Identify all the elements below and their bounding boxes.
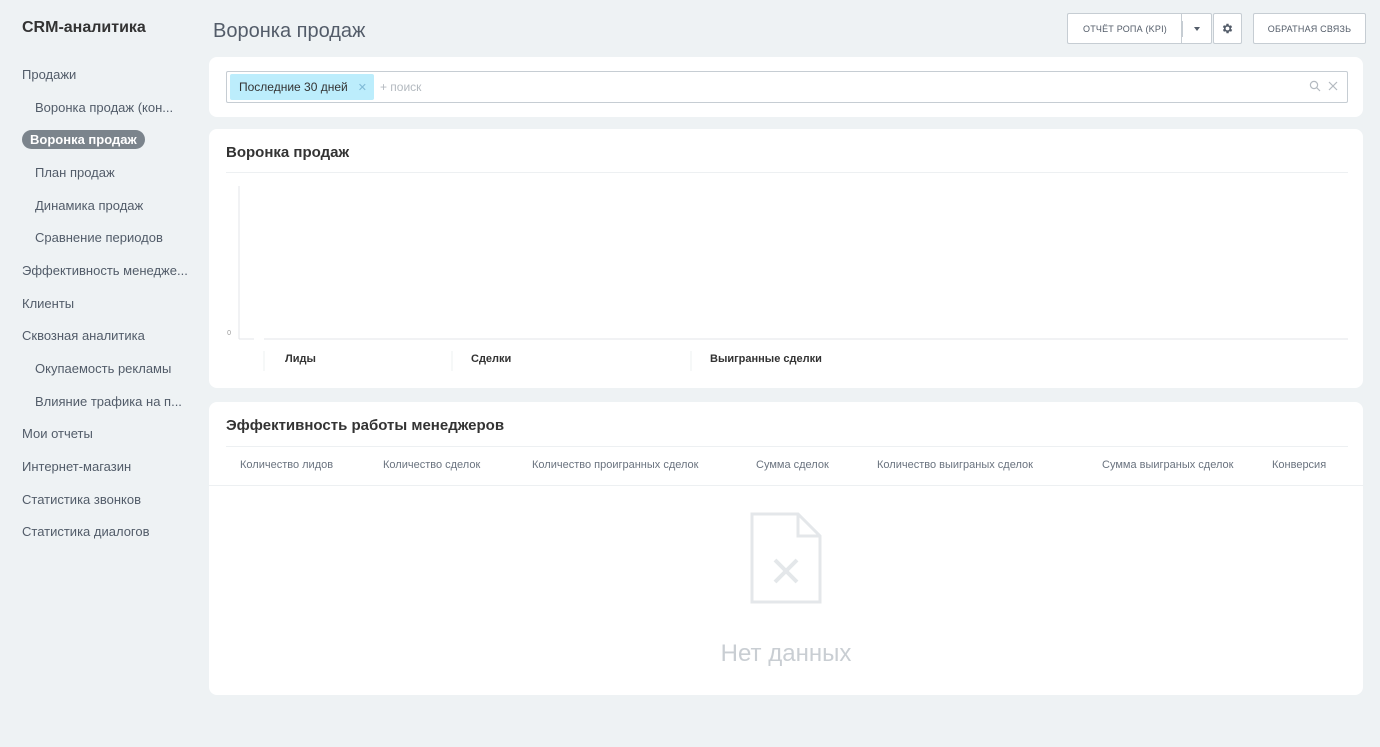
sidebar-item-11[interactable]: Мои отчеты: [0, 418, 200, 451]
sidebar-item-14[interactable]: Статистика диалогов: [0, 516, 200, 549]
funnel-card: Воронка продаж 0 Лиды Сделки Выигранные сд…: [209, 129, 1363, 388]
column-header-1[interactable]: Количество сделок: [383, 459, 480, 471]
funnel-category-label-1: Сделки: [471, 353, 512, 365]
sidebar-item-6[interactable]: Эффективность менедже...: [0, 254, 200, 287]
close-icon[interactable]: [1327, 80, 1339, 92]
sidebar-nav: Продажи Воронка продаж (кон... Воронка про…: [0, 58, 200, 548]
sidebar-item-13[interactable]: Статистика звонков: [0, 483, 200, 516]
column-header-3[interactable]: Сумма сделок: [756, 459, 829, 471]
y-tick-label-0: 0: [227, 330, 231, 337]
managers-title: Эффективность работы менеджеров: [226, 417, 505, 434]
sidebar-item-label: Интернет-магазин: [22, 459, 132, 475]
column-header-6[interactable]: Конверсия: [1272, 459, 1326, 471]
column-header-4[interactable]: Количество выиграных сделок: [877, 459, 1033, 471]
sidebar-item-8[interactable]: Сквозная аналитика: [0, 320, 200, 353]
sidebar-item-0[interactable]: Продажи: [0, 58, 200, 91]
app-title: CRM-аналитика: [22, 19, 146, 36]
search-input[interactable]: [379, 80, 1347, 94]
remove-filter-icon[interactable]: ✕: [358, 81, 367, 94]
sidebar-item-label: Продажи: [22, 66, 77, 82]
empty-state-text: Нет данных: [720, 640, 852, 667]
chevron-down-icon: [1193, 26, 1200, 31]
sidebar-item-5[interactable]: Сравнение периодов: [0, 221, 200, 254]
sidebar: CRM-аналитика Продажи Воронка продаж (кон…: [0, 0, 200, 747]
sidebar-item-label: Сравнение периодов: [35, 230, 163, 246]
filter-tag-label: Последние 30 дней: [239, 80, 348, 94]
funnel-chart: 0: [227, 186, 1348, 371]
kpi-report-button[interactable]: ОТЧЁТ РОПА (KPI): [1067, 13, 1182, 44]
managers-divider: [226, 446, 1348, 447]
sidebar-item-label: Сквозная аналитика: [22, 328, 145, 344]
page-title: Воронка продаж: [213, 20, 366, 42]
filter-panel: Последние 30 дней ✕: [209, 57, 1363, 117]
funnel-category-label-0: Лиды: [285, 353, 316, 365]
column-header-2[interactable]: Количество проигранных сделок: [532, 459, 698, 471]
sidebar-item-label: Воронка продаж (кон...: [35, 99, 174, 115]
sidebar-item-12[interactable]: Интернет-магазин: [0, 450, 200, 483]
sidebar-item-4[interactable]: Динамика продаж: [0, 189, 200, 222]
sidebar-item-1[interactable]: Воронка продаж (кон...: [0, 91, 200, 124]
sidebar-item-10[interactable]: Влияние трафика на п...: [0, 385, 200, 418]
feedback-button[interactable]: ОБРАТНАЯ СВЯЗЬ: [1253, 13, 1366, 44]
kpi-dropdown-button[interactable]: [1181, 13, 1212, 44]
sidebar-item-label: Клиенты: [22, 295, 75, 311]
column-header-0[interactable]: Количество лидов: [240, 459, 333, 471]
sidebar-item-3[interactable]: План продаж: [0, 156, 200, 189]
sidebar-item-9[interactable]: Окупаемость рекламы: [0, 352, 200, 385]
filter-tag[interactable]: Последние 30 дней ✕: [230, 74, 374, 100]
sidebar-item-label: Динамика продаж: [35, 197, 144, 213]
table-header-divider: [209, 485, 1363, 486]
sidebar-item-label: Влияние трафика на п...: [35, 393, 182, 409]
sidebar-item-label: Мои отчеты: [22, 426, 93, 442]
sidebar-item-label: Эффективность менедже...: [22, 262, 188, 278]
no-data-file-icon: [750, 512, 822, 604]
search-icon[interactable]: [1309, 80, 1321, 92]
table-header: Количество лидов Количество сделок Количес…: [209, 459, 1363, 486]
column-header-5[interactable]: Сумма выиграных сделок: [1102, 459, 1233, 471]
sidebar-item-label: Окупаемость рекламы: [35, 361, 172, 377]
sidebar-item-2[interactable]: Воронка продаж: [0, 123, 200, 156]
gear-icon: [1222, 23, 1233, 34]
sidebar-item-label: Статистика диалогов: [22, 524, 150, 540]
managers-card: Эффективность работы менеджеров Количест…: [209, 402, 1363, 695]
sidebar-item-label: Воронка продаж: [22, 130, 145, 150]
funnel-category-label-2: Выигранные сделки: [710, 353, 822, 365]
search-box[interactable]: Последние 30 дней ✕: [226, 71, 1348, 103]
sidebar-item-7[interactable]: Клиенты: [0, 287, 200, 320]
sidebar-item-label: План продаж: [35, 164, 115, 180]
settings-button[interactable]: [1213, 13, 1242, 44]
sidebar-item-label: Статистика звонков: [22, 491, 141, 507]
